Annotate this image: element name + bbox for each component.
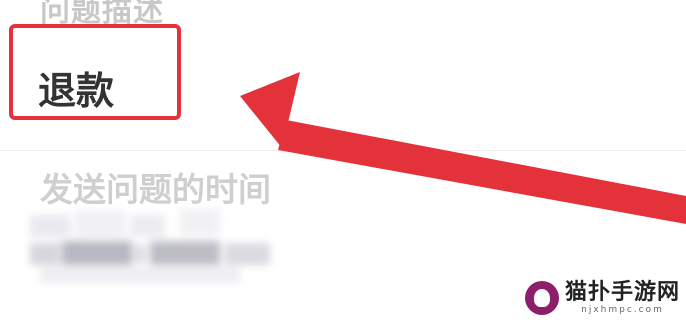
cat-logo-icon [524, 281, 559, 315]
watermark-name: 猫扑手游网 [564, 280, 680, 305]
arrow-shaft [278, 120, 686, 224]
site-watermark: 猫扑手游网 njxhmpc.com [524, 279, 680, 317]
watermark-url: njxhmpc.com [581, 305, 664, 315]
annotation-arrow [240, 72, 686, 224]
